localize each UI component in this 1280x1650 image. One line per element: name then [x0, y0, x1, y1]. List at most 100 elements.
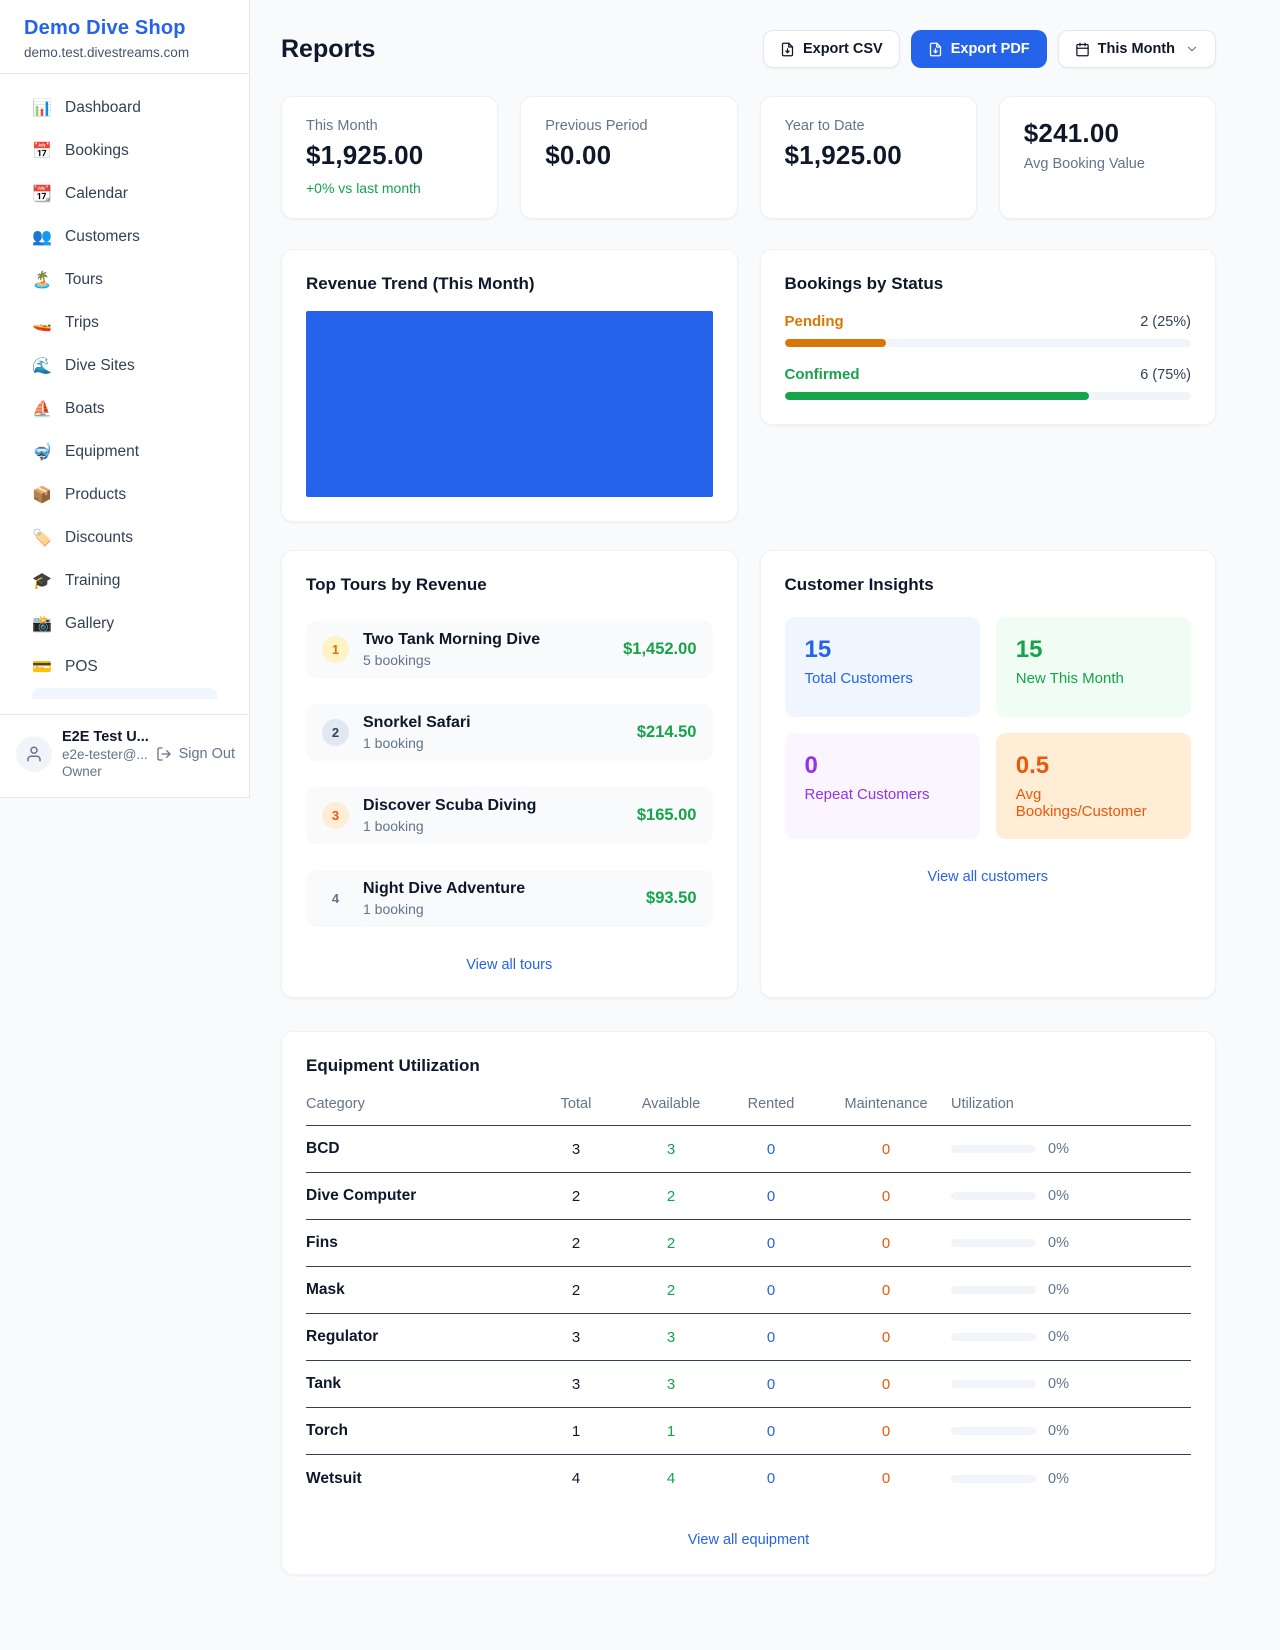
utilization-bar-track [951, 1286, 1036, 1294]
tour-info: Discover Scuba Diving 1 booking [363, 797, 623, 834]
tour-name: Two Tank Morning Dive [363, 631, 609, 649]
equipment-rented: 0 [721, 1282, 821, 1299]
stat-value: $1,925.00 [306, 140, 473, 171]
view-all-tours-link[interactable]: View all tours [306, 957, 713, 973]
equipment-rented: 0 [721, 1141, 821, 1158]
insight-label: Repeat Customers [805, 786, 960, 803]
utilization-cell: 0% [951, 1188, 1191, 1204]
stats-grid: This Month $1,925.00 +0% vs last month P… [281, 96, 1216, 219]
status-bar-fill [785, 392, 1090, 400]
status-count: 2 (25%) [1140, 314, 1191, 330]
insight-value: 0.5 [1016, 752, 1171, 780]
equipment-maintenance: 0 [821, 1188, 951, 1205]
status-bar-track [785, 339, 1192, 347]
equipment-category: Mask [306, 1281, 531, 1299]
column-header-utilization: Utilization [951, 1096, 1191, 1112]
sidebar: Demo Dive Shop demo.test.divestreams.com… [0, 0, 250, 798]
table-row: Mask 2 2 0 0 0% [306, 1267, 1191, 1314]
utilization-percent: 0% [1048, 1471, 1069, 1487]
utilization-bar-track [951, 1427, 1036, 1435]
rank-badge: 1 [322, 636, 349, 663]
active-nav-item-partial[interactable] [32, 688, 217, 699]
stat-delta: +0% vs last month [306, 180, 473, 196]
equipment-total: 3 [531, 1141, 621, 1158]
nav-item-label: Calendar [65, 185, 128, 203]
equipment-total: 3 [531, 1376, 621, 1393]
equipment-total: 4 [531, 1470, 621, 1487]
utilization-bar-track [951, 1380, 1036, 1388]
table-row: Dive Computer 2 2 0 0 0% [306, 1173, 1191, 1220]
sidebar-item-dive-sites[interactable]: 🌊 Dive Sites [16, 344, 233, 387]
sidebar-item-pos[interactable]: 💳 POS [16, 645, 233, 688]
equipment-category: Torch [306, 1422, 531, 1440]
nav-item-icon: 📅 [32, 141, 52, 161]
sidebar-item-boats[interactable]: ⛵ Boats [16, 387, 233, 430]
bookings-by-status-title: Bookings by Status [785, 274, 1192, 294]
equipment-category: Regulator [306, 1328, 531, 1346]
nav-item-label: Products [65, 486, 126, 504]
stat-label: Avg Booking Value [1024, 156, 1191, 172]
equipment-category: Tank [306, 1375, 531, 1393]
nav-item-icon: 🏝️ [32, 270, 52, 290]
status-bar-track [785, 392, 1192, 400]
revenue-trend-chart [306, 311, 713, 497]
stat-card-this-month: This Month $1,925.00 +0% vs last month [281, 96, 498, 219]
view-all-customers-link[interactable]: View all customers [785, 869, 1192, 885]
column-header-maintenance: Maintenance [821, 1096, 951, 1112]
nav-item-icon: 👥 [32, 227, 52, 247]
equipment-rented: 0 [721, 1376, 821, 1393]
header-actions: Export CSV Export PDF This Month [763, 30, 1216, 68]
equipment-category: Fins [306, 1234, 531, 1252]
sidebar-item-equipment[interactable]: 🤿 Equipment [16, 430, 233, 473]
rank-badge: 4 [322, 885, 349, 912]
export-pdf-button[interactable]: Export PDF [911, 30, 1047, 68]
tour-info: Snorkel Safari 1 booking [363, 714, 623, 751]
stat-value: $1,925.00 [785, 140, 952, 171]
sidebar-item-gallery[interactable]: 📸 Gallery [16, 602, 233, 645]
revenue-trend-title: Revenue Trend (This Month) [306, 274, 713, 294]
sidebar-item-products[interactable]: 📦 Products [16, 473, 233, 516]
equipment-available: 2 [621, 1188, 721, 1205]
user-role: Owner [62, 764, 146, 779]
shop-header: Demo Dive Shop demo.test.divestreams.com [0, 0, 249, 74]
sidebar-item-tours[interactable]: 🏝️ Tours [16, 258, 233, 301]
export-csv-label: Export CSV [803, 41, 883, 57]
sidebar-item-dashboard[interactable]: 📊 Dashboard [16, 86, 233, 129]
sidebar-item-discounts[interactable]: 🏷️ Discounts [16, 516, 233, 559]
nav-item-icon: 🚤 [32, 313, 52, 333]
equipment-maintenance: 0 [821, 1376, 951, 1393]
utilization-cell: 0% [951, 1282, 1191, 1298]
utilization-percent: 0% [1048, 1423, 1069, 1439]
sign-out-button[interactable]: Sign Out [156, 746, 235, 762]
shop-name: Demo Dive Shop [24, 17, 225, 40]
nav-item-label: Boats [65, 400, 105, 418]
export-csv-button[interactable]: Export CSV [763, 30, 900, 68]
equipment-rented: 0 [721, 1423, 821, 1440]
equipment-available: 3 [621, 1376, 721, 1393]
tour-info: Two Tank Morning Dive 5 bookings [363, 631, 609, 668]
sidebar-item-trips[interactable]: 🚤 Trips [16, 301, 233, 344]
file-download-icon [780, 42, 795, 57]
table-row: Tank 3 3 0 0 0% [306, 1361, 1191, 1408]
page-header: Reports Export CSV Export PDF This Month [281, 30, 1216, 68]
utilization-cell: 0% [951, 1423, 1191, 1439]
tour-name: Discover Scuba Diving [363, 797, 623, 815]
sidebar-item-customers[interactable]: 👥 Customers [16, 215, 233, 258]
utilization-bar-track [951, 1333, 1036, 1341]
nav-item-icon: 🎓 [32, 571, 52, 591]
period-selector[interactable]: This Month [1058, 30, 1216, 68]
user-icon [25, 745, 43, 763]
tour-row: 3 Discover Scuba Diving 1 booking $165.0… [306, 787, 713, 844]
nav-item-label: Equipment [65, 443, 139, 461]
insight-value: 0 [805, 752, 960, 780]
sidebar-item-bookings[interactable]: 📅 Bookings [16, 129, 233, 172]
column-header-rented: Rented [721, 1096, 821, 1112]
nav-item-icon: 🏷️ [32, 528, 52, 548]
sidebar-item-calendar[interactable]: 📆 Calendar [16, 172, 233, 215]
equipment-table: Category Total Available Rented Maintena… [306, 1096, 1191, 1502]
table-row: Regulator 3 3 0 0 0% [306, 1314, 1191, 1361]
equipment-maintenance: 0 [821, 1423, 951, 1440]
new-this-month: 15 New This Month [996, 617, 1191, 717]
view-all-equipment-link[interactable]: View all equipment [306, 1532, 1191, 1548]
sidebar-item-training[interactable]: 🎓 Training [16, 559, 233, 602]
